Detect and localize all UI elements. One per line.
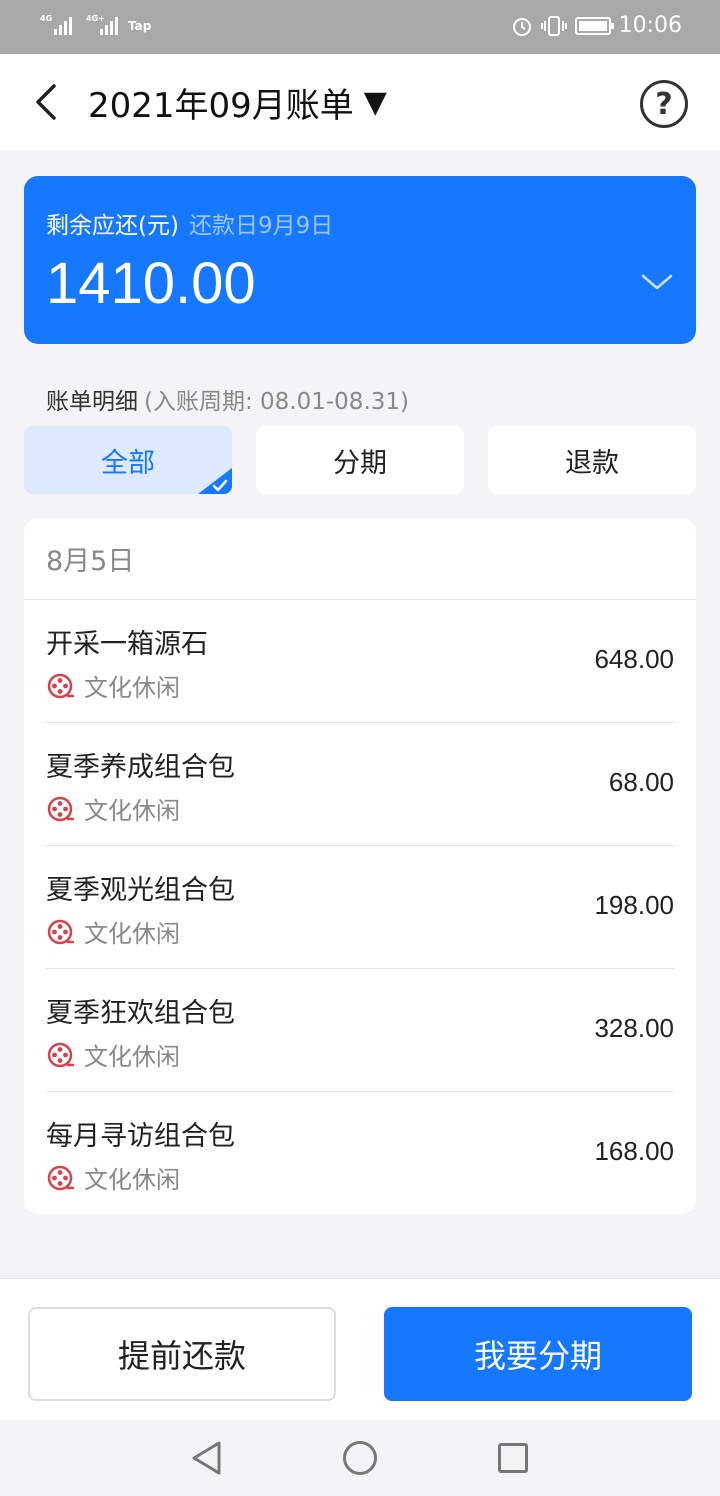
- help-button[interactable]: ?: [640, 80, 688, 128]
- details-heading: 账单明细 (入账周期: 08.01-08.31): [46, 382, 409, 416]
- category-label: 文化休闲: [84, 674, 180, 702]
- item-amount: 328.00: [594, 1013, 674, 1043]
- details-title: 账单明细: [46, 389, 138, 415]
- status-right: 10:06: [511, 13, 682, 38]
- tab-label: 退款: [565, 447, 619, 479]
- item-amount: 68.00: [608, 767, 674, 797]
- filter-tabs: 全部 分期 退款: [24, 426, 696, 494]
- film-reel-icon: [47, 919, 74, 944]
- date-group-header: 8月5日: [24, 518, 696, 600]
- item-name: 夏季观光组合包: [46, 875, 235, 906]
- back-icon[interactable]: [28, 82, 68, 122]
- tab-installment[interactable]: 分期: [256, 426, 464, 494]
- list-item[interactable]: 每月寻访组合包 文化休闲 168.00: [46, 1092, 674, 1215]
- status-bar: 4G 4G+ Tap 10:06: [0, 0, 720, 54]
- tab-label: 分期: [333, 447, 387, 479]
- item-amount: 168.00: [594, 1136, 674, 1166]
- list-item[interactable]: 夏季观光组合包 文化休闲 198.00: [46, 846, 674, 969]
- item-amount: 198.00: [594, 890, 674, 920]
- question-circle-icon: ?: [655, 86, 673, 122]
- balance-amount: 1410.00: [46, 251, 256, 316]
- item-name: 夏季狂欢组合包: [46, 998, 235, 1029]
- battery-icon: [574, 16, 614, 35]
- status-left: 4G 4G+ Tap: [40, 14, 152, 35]
- category-label: 文化休闲: [84, 797, 180, 825]
- film-reel-icon: [47, 673, 74, 698]
- system-nav-bar: [0, 1420, 720, 1496]
- prepay-button[interactable]: 提前还款: [28, 1307, 336, 1401]
- item-category: 文化休闲: [46, 1160, 180, 1195]
- check-corner-icon: [198, 468, 232, 494]
- clock: 10:06: [618, 13, 682, 38]
- category-label: 文化休闲: [84, 920, 180, 948]
- signal-icon: 4G: [40, 14, 72, 35]
- due-date: 还款日9月9日: [188, 213, 334, 239]
- item-category: 文化休闲: [46, 1037, 180, 1072]
- page-title: 2021年09月账单: [88, 86, 354, 126]
- item-category: 文化休闲: [46, 914, 180, 949]
- bottom-action-bar: 提前还款 我要分期: [0, 1278, 720, 1420]
- vibrate-icon: [540, 15, 567, 36]
- signal-icon: 4G+: [86, 14, 118, 35]
- item-category: 文化休闲: [46, 668, 180, 703]
- nav-back-icon[interactable]: [190, 1440, 224, 1476]
- carrier-label: Tap: [128, 19, 152, 33]
- header: 2021年09月账单 ▼ ?: [0, 54, 720, 150]
- balance-label-row: 剩余应还(元) 还款日9月9日: [46, 206, 333, 240]
- item-amount: 648.00: [594, 644, 674, 674]
- transaction-list: 8月5日 开采一箱源石 文化休闲 648.00 夏季养成组合包 文化休闲 68.…: [24, 518, 696, 1214]
- film-reel-icon: [47, 1042, 74, 1067]
- category-label: 文化休闲: [84, 1043, 180, 1071]
- tab-label: 全部: [101, 447, 155, 479]
- category-label: 文化休闲: [84, 1166, 180, 1194]
- film-reel-icon: [47, 796, 74, 821]
- list-item[interactable]: 夏季养成组合包 文化休闲 68.00: [46, 723, 674, 846]
- item-category: 文化休闲: [46, 791, 180, 826]
- item-name: 夏季养成组合包: [46, 752, 235, 783]
- tab-refund[interactable]: 退款: [488, 426, 696, 494]
- chevron-down-icon[interactable]: [640, 272, 674, 292]
- bill-month-selector[interactable]: 2021年09月账单 ▼: [88, 78, 387, 127]
- list-item[interactable]: 夏季狂欢组合包 文化休闲 328.00: [46, 969, 674, 1092]
- installment-button[interactable]: 我要分期: [384, 1307, 692, 1401]
- film-reel-icon: [47, 1165, 74, 1190]
- billing-period: (入账周期: 08.01-08.31): [144, 389, 409, 415]
- balance-label: 剩余应还(元): [46, 213, 179, 239]
- item-name: 开采一箱源石: [46, 629, 208, 660]
- tab-all[interactable]: 全部: [24, 426, 232, 494]
- nav-home-icon[interactable]: [343, 1441, 377, 1475]
- list-item[interactable]: 开采一箱源石 文化休闲 648.00: [46, 600, 674, 723]
- nav-recents-icon[interactable]: [498, 1443, 528, 1473]
- balance-summary-card[interactable]: 剩余应还(元) 还款日9月9日 1410.00: [24, 176, 696, 344]
- item-name: 每月寻访组合包: [46, 1121, 235, 1152]
- alarm-icon: [512, 17, 531, 36]
- caret-down-icon: ▼: [363, 85, 387, 120]
